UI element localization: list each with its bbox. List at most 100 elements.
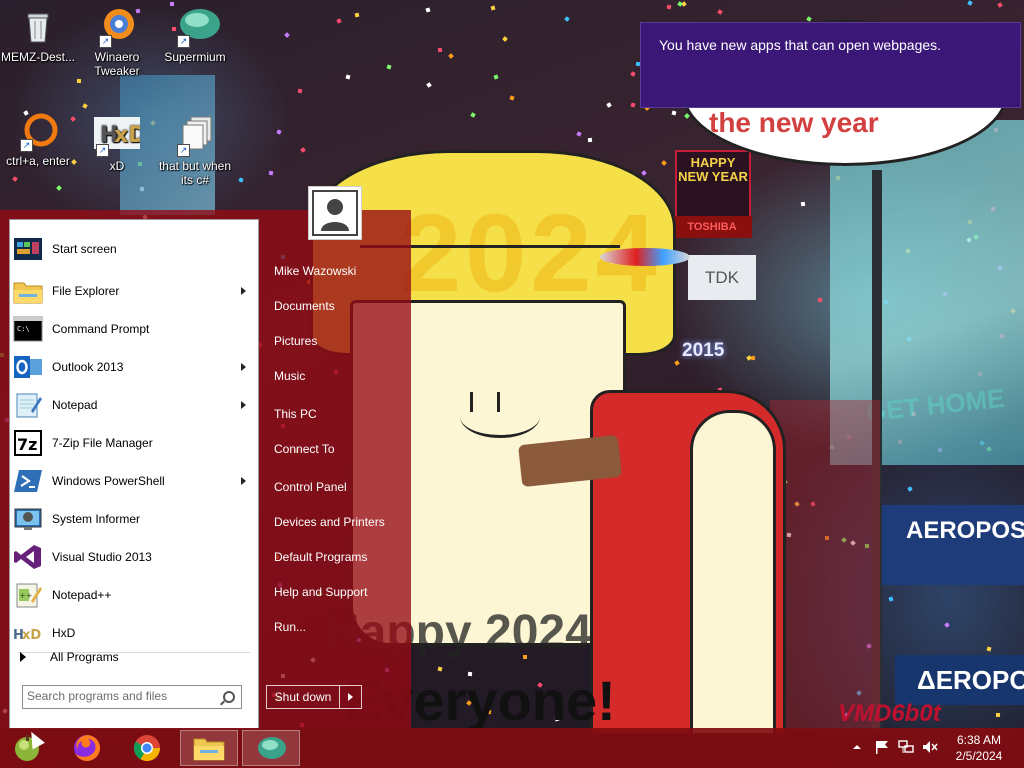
submenu-arrow-icon: [241, 363, 246, 371]
chevron-right-icon: [348, 693, 353, 701]
place-label: Mike Wazowski: [274, 264, 357, 278]
place-label: Connect To: [274, 442, 335, 456]
volume-button[interactable]: [922, 740, 938, 754]
desktop-icon-xd[interactable]: HxD ↗ xD: [79, 115, 155, 173]
place-connect-to[interactable]: Connect To: [265, 434, 405, 464]
submenu-arrow-icon: [241, 287, 246, 295]
confetti-piece: [995, 712, 1001, 718]
program-windows-powershell[interactable]: Windows PowerShell: [10, 464, 258, 498]
user-avatar[interactable]: [308, 186, 362, 240]
program-label: Outlook 2013: [52, 360, 124, 374]
program-start-screen[interactable]: Start screen: [10, 232, 258, 266]
programs-pane: Start screen File Explorer C:\ Command P…: [9, 219, 259, 729]
red-building: [770, 400, 880, 730]
program-file-explorer[interactable]: File Explorer: [10, 274, 258, 308]
outlook-icon: [13, 353, 43, 381]
desktop-icon-that-but-when-its-c[interactable]: ↗ that but when its c#: [157, 115, 233, 187]
place-pictures[interactable]: Pictures: [265, 326, 405, 356]
search-input[interactable]: [23, 686, 221, 706]
program-visual-studio-2013[interactable]: Visual Studio 2013: [10, 540, 258, 574]
place-label: Control Panel: [274, 480, 347, 494]
program-notepad[interactable]: Notepad: [10, 388, 258, 422]
desktop-icon-ctrl-a-enter[interactable]: ↗ ctrl+a, enter: [0, 110, 76, 168]
desktop-icon-winaero-tweaker[interactable]: ↗ Winaero Tweaker: [79, 6, 155, 78]
search-box[interactable]: [22, 685, 242, 709]
volume-muted-icon: [923, 741, 938, 753]
shutdown-button-group: Shut down: [266, 685, 362, 709]
network-button[interactable]: [898, 740, 914, 754]
place-documents[interactable]: Documents: [265, 291, 405, 321]
shortcut-arrow-icon: ↗: [177, 35, 190, 48]
notepad-plus-plus-icon: ++: [13, 581, 43, 609]
program-outlook-2013[interactable]: Outlook 2013: [10, 350, 258, 384]
billboard-happy-new-year: HAPPY NEW YEAR: [675, 150, 751, 222]
desktop-icon-label: that but when its c#: [158, 159, 232, 187]
place-label: Documents: [274, 299, 335, 313]
aeropostale-sign-text: AEROPOSTALE: [906, 517, 1024, 544]
program-7zip-file-manager[interactable]: 7z 7-Zip File Manager: [10, 426, 258, 460]
shutdown-options-button[interactable]: [340, 686, 361, 708]
shortcut-arrow-icon: ↗: [177, 144, 190, 157]
confetti-piece: [268, 170, 274, 176]
visual-studio-icon: [13, 543, 43, 571]
desktop-icon-label: Supermium: [164, 50, 226, 64]
file-explorer-icon: [13, 277, 43, 305]
winaero-tweaker-icon: ↗: [97, 6, 137, 48]
supermium-icon: ↗: [175, 6, 220, 48]
place-default-programs[interactable]: Default Programs: [265, 542, 405, 572]
place-run[interactable]: Run...: [265, 612, 405, 642]
system-informer-icon: [13, 505, 43, 533]
program-label: Command Prompt: [52, 322, 150, 336]
taskbar-clock[interactable]: 6:38 AM 2/5/2024: [954, 732, 1004, 764]
notepad-icon: [13, 391, 43, 419]
place-music[interactable]: Music: [265, 361, 405, 391]
taskbar-supermium[interactable]: [242, 730, 300, 766]
taskbar: 6:38 AM 2/5/2024: [0, 728, 1024, 768]
taskbar-file-explorer[interactable]: [180, 730, 238, 766]
place-control-panel[interactable]: Control Panel: [265, 472, 405, 502]
toshiba-sign-text: TOSHIBA: [687, 221, 737, 233]
clock-time: 6:38 AM: [956, 733, 1002, 747]
submenu-arrow-icon: [241, 401, 246, 409]
program-system-informer[interactable]: System Informer: [10, 502, 258, 536]
program-label: 7-Zip File Manager: [52, 436, 153, 450]
confetti-piece: [437, 47, 443, 53]
place-user-name[interactable]: Mike Wazowski: [265, 256, 405, 286]
place-label: This PC: [274, 407, 317, 421]
folder-shortcut-icon: ↗: [175, 115, 215, 157]
place-devices-and-printers[interactable]: Devices and Printers: [265, 507, 405, 537]
place-label: Help and Support: [274, 585, 368, 599]
firefox-icon: [74, 735, 100, 761]
program-notepad-plus-plus[interactable]: ++ Notepad++: [10, 578, 258, 612]
billboard-aeropos-lower: ΔEROPOS: [895, 655, 1024, 705]
taskbar-chrome[interactable]: [118, 730, 176, 766]
billboard-2015: 2015: [682, 340, 762, 370]
start-screen-icon: [13, 235, 43, 263]
shutdown-button[interactable]: Shut down: [267, 686, 340, 708]
place-help-and-support[interactable]: Help and Support: [265, 577, 405, 607]
desktop-icon-memz-destructive[interactable]: MEMZ-Dest...: [0, 6, 76, 64]
desktop-icon-label: xD: [109, 159, 125, 173]
program-label: Notepad: [52, 398, 98, 412]
action-center-button[interactable]: [874, 740, 890, 754]
program-command-prompt[interactable]: C:\ Command Prompt: [10, 312, 258, 346]
xd-icon: HxD ↗: [94, 115, 146, 157]
notification-text: You have new apps that can open webpages…: [659, 37, 942, 53]
place-this-pc[interactable]: This PC: [265, 399, 405, 429]
billboard-toshiba: TOSHIBA: [672, 216, 752, 238]
sign-2015-text: 2015: [682, 340, 725, 361]
notification-toast[interactable]: You have new apps that can open webpages…: [640, 22, 1021, 108]
search-icon[interactable]: [223, 691, 235, 703]
all-programs-arrow-icon: [20, 652, 26, 662]
powershell-icon: [13, 467, 43, 495]
desktop-icon-supermium[interactable]: ↗ Supermium: [157, 6, 233, 64]
character-arm: [690, 410, 776, 736]
taskbar-firefox[interactable]: [58, 730, 116, 766]
program-label: HxD: [52, 626, 76, 640]
shortcut-arrow-icon: ↗: [96, 144, 109, 157]
character-eye-left: [470, 392, 473, 412]
recycle-bin-icon: [18, 6, 58, 46]
all-programs-label: All Programs: [50, 650, 119, 664]
all-programs-button[interactable]: All Programs: [10, 642, 258, 672]
show-hidden-icons-button[interactable]: [852, 740, 862, 754]
